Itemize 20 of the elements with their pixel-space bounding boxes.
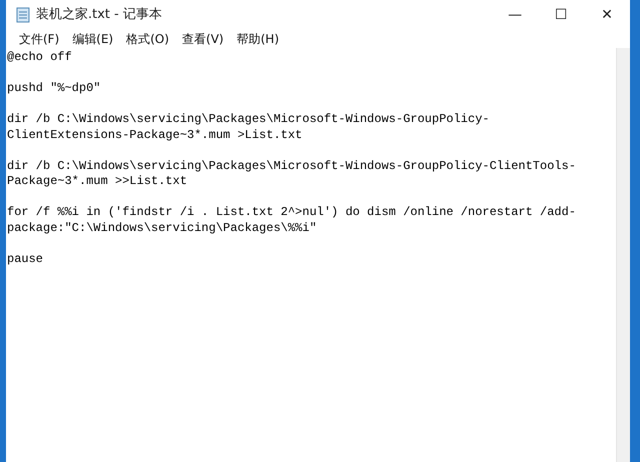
text-line: dir /b C:\Windows\servicing\Packages\Microsoft-Windows-GroupPolicy- (7, 112, 490, 128)
minimize-button[interactable]: — (492, 0, 538, 30)
text-line: Package~3*.mum >>List.txt (7, 174, 188, 190)
notepad-icon (16, 7, 30, 23)
scrollbar[interactable] (616, 48, 630, 462)
window-title: 装机之家.txt - 记事本 (36, 6, 162, 24)
text-line: dir /b C:\Windows\servicing\Packages\Microsoft-Windows-GroupPolicy-ClientTools- (7, 158, 576, 174)
menu-item[interactable]: 帮助(H) (232, 30, 284, 48)
maximize-button[interactable]: ☐ (538, 0, 584, 30)
text-line: for /f %%i in ('findstr /i . List.txt 2^>nul') do dism /online /norestart /add- (7, 205, 576, 220)
menu-item[interactable]: 格式(O) (121, 30, 174, 48)
menu-item[interactable]: 文件(F) (14, 30, 64, 48)
text-line: pushd ″%~dp0″ (7, 81, 101, 96)
close-button[interactable]: ✕ (584, 0, 630, 30)
text-line: @echo off (7, 50, 72, 66)
text-line: ClientExtensions-Package~3*.mum >List.txt (7, 128, 302, 143)
menu-item[interactable]: 编辑(E) (67, 30, 118, 48)
text-line: package:″C:\Windows\servicing\Packages\%%i″ (7, 220, 317, 236)
menu-item[interactable]: 查看(V) (177, 30, 229, 48)
text-line: pause (7, 252, 44, 267)
